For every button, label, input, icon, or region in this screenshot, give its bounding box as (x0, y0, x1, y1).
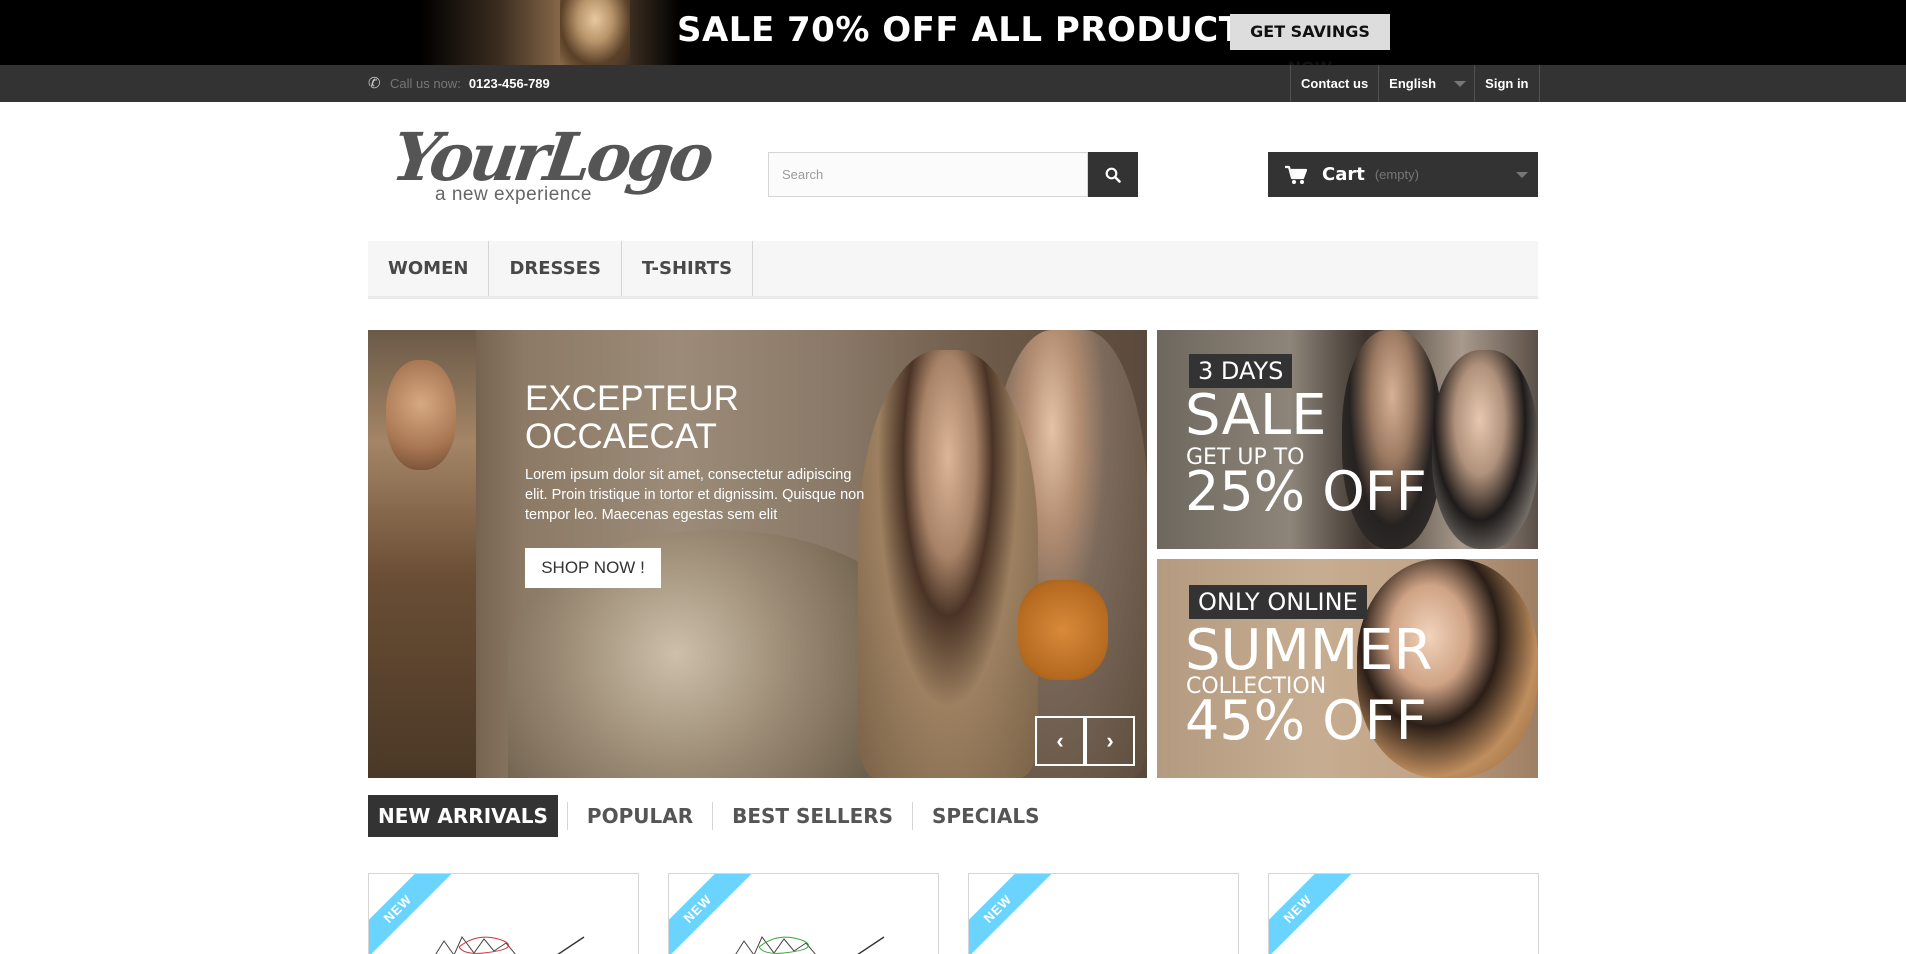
slide-description: Lorem ipsum dolor sit amet, consectetur … (525, 467, 865, 523)
cart-label: Cart (1322, 164, 1365, 185)
promo-text: SALE 70% OFF ALL PRODUCTS (677, 10, 1268, 50)
search-form (768, 152, 1138, 197)
phone-icon: ✆ (368, 74, 381, 92)
slide-image-mitten (1018, 580, 1108, 680)
new-badge: NEW (969, 874, 1053, 954)
cart-icon (1285, 165, 1308, 184)
banner-tag: ONLY ONLINE (1189, 585, 1367, 619)
tab-best-sellers[interactable]: BEST SELLERS (722, 795, 903, 837)
language-label: English (1389, 76, 1437, 91)
tab-new-arrivals[interactable]: NEW ARRIVALS (368, 795, 558, 837)
phone-number: 0123-456-789 (468, 76, 550, 91)
phone-info: ✆ Call us now: 0123-456-789 (368, 65, 550, 102)
slide-image-face (386, 360, 456, 470)
slider-prev-button[interactable]: ‹ (1035, 716, 1085, 766)
product-card[interactable]: NEW (1268, 873, 1539, 954)
top-nav-bar: ✆ Call us now: 0123-456-789 Contact us E… (0, 65, 1906, 102)
promo-model-image (560, 0, 630, 65)
cart-state: (empty) (1374, 167, 1419, 182)
banner-headline: SALE (1185, 383, 1327, 448)
menu-item-tshirts[interactable]: T-SHIRTS (622, 241, 754, 296)
banner-sale[interactable]: 3 DAYS SALE GET UP TO 25% OFF (1157, 330, 1538, 549)
chevron-left-icon: ‹ (1056, 728, 1064, 753)
get-savings-button[interactable]: GET SAVINGS NOW (1230, 14, 1390, 65)
banner-discount: 45% OFF (1185, 689, 1427, 752)
menu-item-women[interactable]: WOMEN (368, 241, 490, 296)
tab-divider (566, 802, 568, 830)
logo-tagline: a new experience (435, 184, 592, 205)
chevron-down-icon (1516, 172, 1528, 178)
site-logo[interactable]: YourLogo a new experience (388, 118, 716, 212)
call-label: Call us now: (390, 76, 461, 91)
search-input[interactable] (768, 152, 1088, 197)
banner-discount: 25% OFF (1185, 460, 1427, 523)
product-card[interactable]: NEW (968, 873, 1239, 954)
slider-controls: ‹ › (1035, 716, 1135, 766)
tab-popular[interactable]: POPULAR (577, 795, 703, 837)
shop-now-button[interactable]: SHOP NOW ! (525, 548, 661, 588)
tab-specials[interactable]: SPECIALS (922, 795, 1049, 837)
slide-image-woman-left (858, 350, 1038, 778)
product-card[interactable]: NEW (668, 873, 939, 954)
language-selector[interactable]: English (1379, 65, 1476, 102)
banner-image-woman (1432, 350, 1538, 549)
tab-divider (712, 802, 714, 830)
search-button[interactable] (1088, 152, 1138, 197)
homepage-slider[interactable]: EXCEPTEUR OCCAECAT Lorem ipsum dolor sit… (368, 330, 1147, 778)
promo-image (420, 0, 680, 65)
menu-item-dresses[interactable]: DRESSES (489, 241, 622, 296)
product-image (435, 936, 585, 954)
promo-banner[interactable]: SALE 70% OFF ALL PRODUCTS GET SAVINGS NO… (0, 0, 1906, 65)
product-tabs: NEW ARRIVALS POPULAR BEST SELLERS SPECIA… (368, 795, 1050, 837)
nav-right: Contact us English Sign in (1290, 65, 1540, 102)
product-card[interactable]: NEW (368, 873, 639, 954)
new-badge: NEW (1269, 874, 1353, 954)
slider-next-button[interactable]: › (1085, 716, 1135, 766)
sign-in-link[interactable]: Sign in (1475, 65, 1540, 102)
banner-summer[interactable]: ONLY ONLINE SUMMER COLLECTION 45% OFF (1157, 559, 1538, 778)
logo-script: YourLogo (387, 118, 716, 196)
contact-us-link[interactable]: Contact us (1291, 65, 1380, 102)
product-image (735, 936, 885, 954)
banner-headline: SUMMER (1185, 618, 1433, 683)
tab-divider (912, 802, 914, 830)
main-menu: WOMEN DRESSES T-SHIRTS (368, 241, 1538, 299)
chevron-down-icon (1454, 81, 1467, 87)
search-icon (1105, 167, 1121, 183)
slide-title: EXCEPTEUR OCCAECAT (525, 379, 739, 456)
cart-button[interactable]: Cart (empty) (1268, 152, 1538, 197)
chevron-right-icon: › (1106, 728, 1114, 753)
